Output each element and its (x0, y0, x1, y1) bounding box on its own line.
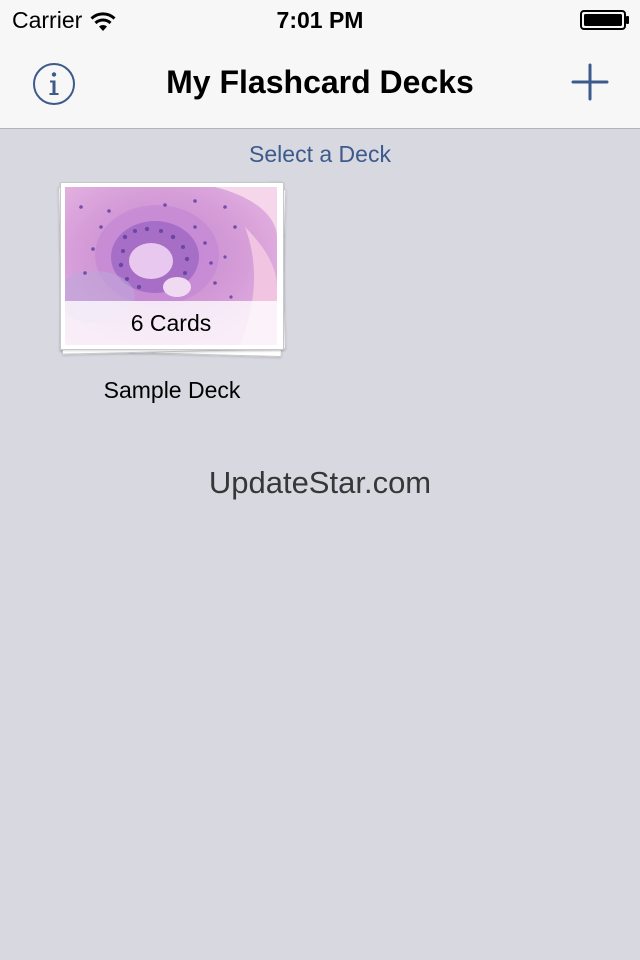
navigation-bar: My Flashcard Decks (0, 40, 640, 129)
status-bar: Carrier 7:01 PM (0, 0, 640, 40)
plus-icon (571, 63, 609, 101)
battery-icon (580, 10, 630, 30)
add-deck-button[interactable] (570, 62, 610, 102)
info-icon (33, 63, 75, 105)
deck-card-count: 6 Cards (65, 301, 277, 345)
deck-name[interactable]: Sample Deck (56, 377, 288, 404)
watermark-text: UpdateStar.com (208, 465, 432, 500)
deck-stack[interactable]: 6 Cards (56, 178, 288, 358)
section-header: Select a Deck (249, 141, 391, 167)
info-button[interactable] (32, 62, 76, 106)
deck-thumbnail-image: 6 Cards (65, 187, 277, 345)
page-title: My Flashcard Decks (166, 64, 474, 100)
deck-item[interactable]: 6 Cards Sample Deck (56, 178, 288, 403)
status-time: 7:01 PM (276, 7, 364, 33)
